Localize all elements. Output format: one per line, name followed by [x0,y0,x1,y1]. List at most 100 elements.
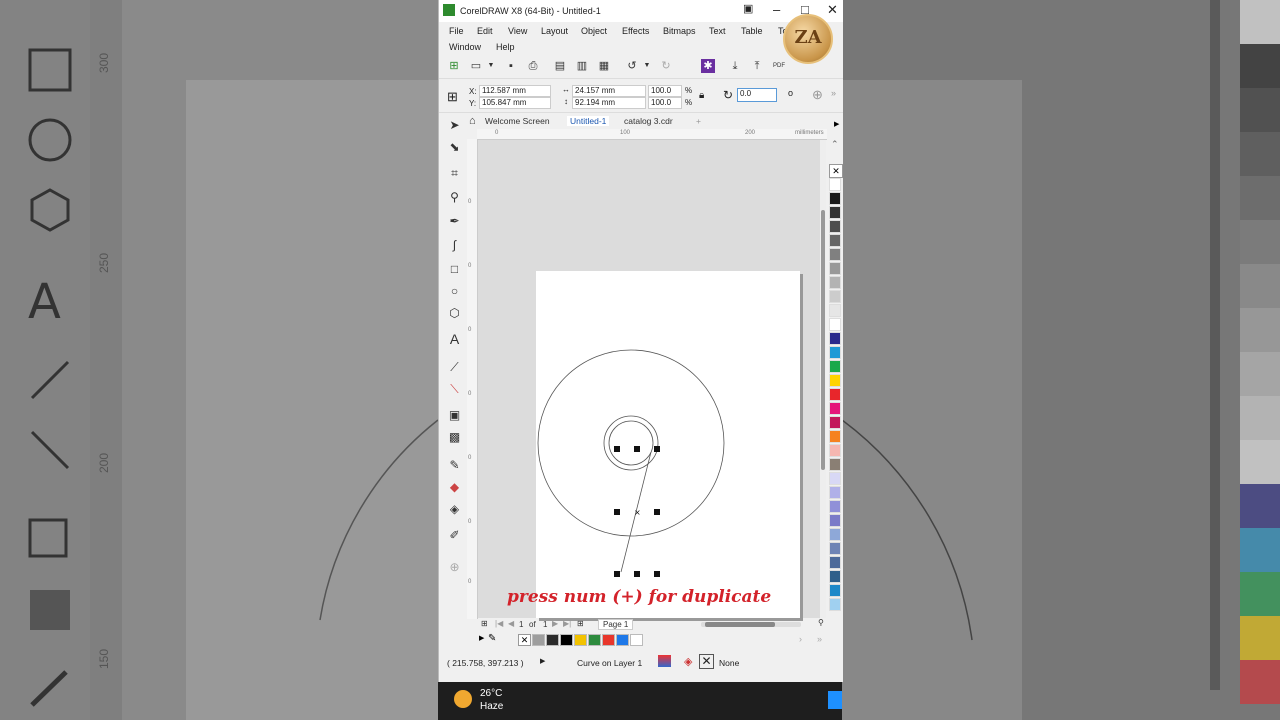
doc-palette-swatch[interactable] [574,634,587,646]
no-outline-icon[interactable]: ✕ [699,654,714,669]
lock-ratio-icon[interactable]: 🔒︎ [699,90,704,101]
interactive-fill-icon[interactable]: ◆ [447,480,462,495]
account-icon[interactable]: ▣ [743,2,753,15]
undo-icon[interactable]: ↺ [625,59,639,73]
doc-palette-swatch[interactable] [616,634,629,646]
palette-swatch[interactable] [829,192,841,205]
paste-icon[interactable]: ▦ [597,59,611,73]
palette-swatch[interactable] [829,276,841,289]
palette-swatch[interactable] [829,500,841,513]
palette-swatch[interactable] [829,360,841,373]
menu-view[interactable]: View [508,26,527,36]
drawing-shapes[interactable]: × [478,140,820,618]
menu-text[interactable]: Text [709,26,726,36]
page-tab-1[interactable]: Page 1 [598,619,634,630]
menu-file[interactable]: File [449,26,464,36]
zoom-page-icon[interactable]: ⚲ [818,618,824,627]
palette-scroll-right-icon[interactable]: › [799,634,802,644]
windows-start-icon[interactable] [828,691,842,709]
eyedropper-palette-icon[interactable]: ✎ [488,633,496,644]
doc-palette-swatch[interactable] [588,634,601,646]
pick-tool-icon[interactable]: ➤ [447,118,462,133]
palette-more-icon[interactable]: » [817,634,822,644]
tab-welcome-screen[interactable]: Welcome Screen [485,116,550,126]
dropdown-arrow-icon[interactable]: ▼ [484,59,498,73]
text-tool-icon[interactable]: A [447,332,462,347]
ellipse-tool-icon[interactable]: ○ [447,284,462,299]
parallel-dimension-icon[interactable]: ⟋ [447,360,462,375]
palette-swatch[interactable] [829,486,841,499]
width-input[interactable]: 24.157 mm [572,85,646,97]
palette-swatch[interactable] [829,584,841,597]
drawing-canvas[interactable]: × [478,140,820,618]
eyedropper-icon[interactable]: ✎ [447,458,462,473]
scale-height-input[interactable]: 100.0 [648,97,682,109]
import-icon[interactable]: ⤓ [728,59,742,73]
copy-icon[interactable]: ▥ [575,59,589,73]
menu-table[interactable]: Table [741,26,763,36]
last-page-icon[interactable]: ▶| [563,619,571,628]
minimize-button[interactable]: – [773,2,780,17]
cut-icon[interactable]: ▤ [553,59,567,73]
palette-swatch[interactable] [829,542,841,555]
palette-swatch[interactable] [829,290,841,303]
menu-bitmaps[interactable]: Bitmaps [663,26,696,36]
palette-swatch[interactable] [829,178,841,191]
menu-object[interactable]: Object [581,26,607,36]
palette-swatch[interactable] [829,570,841,583]
save-icon[interactable]: ▪ [504,59,518,73]
palette-swatch[interactable] [829,598,841,611]
palette-swatch[interactable] [829,556,841,569]
drop-shadow-icon[interactable]: ▣ [447,408,462,423]
color-proof-icon[interactable] [658,655,671,667]
palette-swatch[interactable] [829,416,841,429]
hscroll-thumb[interactable] [705,622,775,627]
palette-swatch[interactable] [829,248,841,261]
palette-swatch[interactable] [829,444,841,457]
tabs-scroll-icon[interactable]: ▶ [834,120,839,128]
menu-layout[interactable]: Layout [541,26,568,36]
add-page-after-icon[interactable]: ⊞ [577,619,584,628]
outline-pen-icon[interactable]: ✐ [447,528,462,543]
doc-palette-swatch[interactable] [630,634,643,646]
add-tool-icon[interactable]: ⊕ [447,560,462,575]
artistic-media-icon[interactable]: ∫ [447,238,462,253]
expand-palette-icon[interactable]: ▶ [479,634,484,642]
horizontal-scrollbar[interactable] [701,622,801,627]
crop-tool-icon[interactable]: ⌗ [447,166,462,181]
new-document-icon[interactable]: ⊞ [447,59,461,73]
doc-palette-swatch[interactable] [532,634,545,646]
smart-fill-icon[interactable]: ◈ [447,502,462,517]
palette-swatch[interactable] [829,374,841,387]
doc-palette-swatch[interactable] [560,634,573,646]
close-button[interactable]: ✕ [827,2,838,18]
palette-swatch[interactable] [829,458,841,471]
add-tab-icon[interactable]: + [696,116,701,126]
palette-swatch[interactable] [829,388,841,401]
zoom-tool-icon[interactable]: ⚲ [447,190,462,205]
weather-icon[interactable] [454,690,472,708]
undo-dropdown-icon[interactable]: ▼ [640,59,654,73]
first-page-icon[interactable]: |◀ [495,619,503,628]
scrollbar-thumb[interactable] [821,210,825,470]
menu-window[interactable]: Window [449,42,481,52]
palette-swatch[interactable] [829,402,841,415]
rectangle-tool-icon[interactable]: □ [447,262,462,277]
print-icon[interactable]: ⎙ [526,59,540,73]
tab-untitled-1[interactable]: Untitled-1 [567,116,610,126]
no-color-swatch[interactable]: ✕ [829,164,843,178]
add-preset-icon[interactable]: ⊕ [812,87,823,103]
menu-edit[interactable]: Edit [477,26,493,36]
palette-swatch[interactable] [829,472,841,485]
height-input[interactable]: 92.194 mm [572,97,646,109]
palette-swatch[interactable] [829,430,841,443]
publish-pdf-icon[interactable]: PDF [771,59,787,73]
y-position-input[interactable]: 105.847 mm [479,97,551,109]
palette-swatch[interactable] [829,304,841,317]
doc-palette-swatch[interactable] [602,634,615,646]
tab-catalog-3[interactable]: catalog 3.cdr [624,116,673,126]
palette-swatch[interactable] [829,346,841,359]
palette-swatch[interactable] [829,514,841,527]
palette-swatch[interactable] [829,318,841,331]
rotation-input[interactable]: 0.0 [737,88,777,102]
